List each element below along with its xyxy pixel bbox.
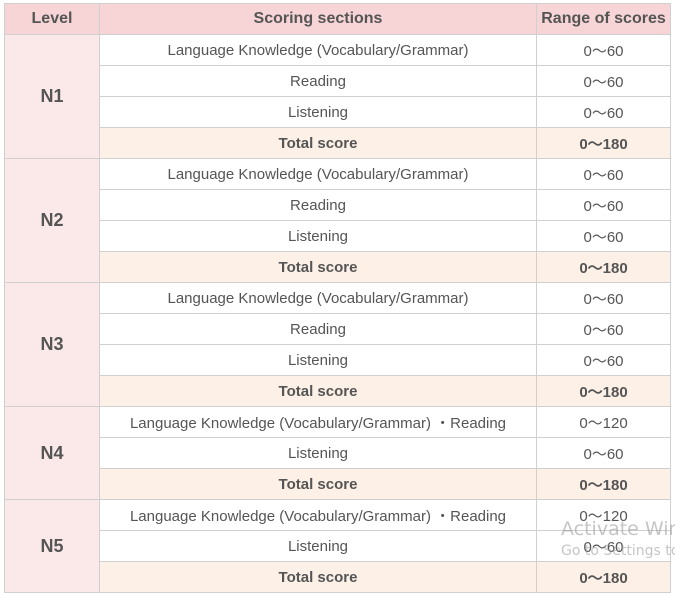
section-cell: Listening <box>99 437 537 469</box>
scoring-table: Level Scoring sections Range of scores N… <box>4 3 671 593</box>
table-row: N1 Language Knowledge (Vocabulary/Grammar… <box>4 34 671 159</box>
level-cell: N4 <box>4 406 100 500</box>
table-row: N3 Language Knowledge (Vocabulary/Grammar… <box>4 282 671 407</box>
header-range: Range of scores <box>536 3 671 35</box>
table-row: Reading 0～60 <box>5 313 671 345</box>
section-cell: Listening <box>99 530 537 562</box>
range-cell: 0～180 <box>536 468 671 500</box>
total-row: Total score 0～180 <box>5 468 671 500</box>
section-cell: Reading <box>99 65 537 97</box>
section-cell: Listening <box>99 344 537 376</box>
header-row: Level Scoring sections Range of scores <box>4 3 671 35</box>
section-cell: Language Knowledge (Vocabulary/Grammar) … <box>99 406 537 438</box>
section-cell: Listening <box>99 220 537 252</box>
range-cell: 0～60 <box>536 65 671 97</box>
section-cell: Total score <box>99 251 537 283</box>
level-cell: N1 <box>4 34 100 159</box>
table-row: Listening 0～60 <box>5 220 671 252</box>
activation-watermark-subtitle: Go to Settings to activate Windows. <box>561 543 675 559</box>
range-cell: 0～120 <box>536 406 671 438</box>
level-cell: N5 <box>4 499 100 593</box>
range-cell: 0～60 <box>536 96 671 128</box>
section-cell: Total score <box>99 561 537 593</box>
section-cell: Total score <box>99 375 537 407</box>
total-row: Total score 0～180 <box>5 561 671 593</box>
table-row: Reading 0～60 <box>5 65 671 97</box>
level-cell: N3 <box>4 282 100 407</box>
section-cell: Total score <box>99 468 537 500</box>
table-row: Reading 0～60 <box>5 189 671 221</box>
range-cell: 0～180 <box>536 127 671 159</box>
section-cell: Language Knowledge (Vocabulary/Grammar) … <box>99 499 537 531</box>
section-cell: Language Knowledge (Vocabulary/Grammar) <box>99 34 537 66</box>
section-cell: Listening <box>99 96 537 128</box>
range-cell: 0～60 <box>536 189 671 221</box>
section-cell: Total score <box>99 127 537 159</box>
range-cell: 0～60 <box>536 437 671 469</box>
range-cell: 0～180 <box>536 375 671 407</box>
total-row: Total score 0～180 <box>5 251 671 283</box>
range-cell: 0～60 <box>536 282 671 314</box>
section-cell: Language Knowledge (Vocabulary/Grammar) <box>99 282 537 314</box>
table-row: Listening 0～60 <box>5 437 671 469</box>
range-cell: 0～180 <box>536 561 671 593</box>
level-cell: N2 <box>4 158 100 283</box>
range-cell: 0～60 <box>536 313 671 345</box>
range-cell: 0～60 <box>536 220 671 252</box>
section-cell: Language Knowledge (Vocabulary/Grammar) <box>99 158 537 190</box>
total-row: Total score 0～180 <box>5 127 671 159</box>
range-cell: 0～60 <box>536 34 671 66</box>
range-cell: 0～60 <box>536 158 671 190</box>
range-cell: 0～180 <box>536 251 671 283</box>
table-row: N4 Language Knowledge (Vocabulary/Grammar… <box>4 406 671 500</box>
section-cell: Reading <box>99 313 537 345</box>
total-row: Total score 0～180 <box>5 375 671 407</box>
header-sections: Scoring sections <box>99 3 537 35</box>
table-row: Listening 0～60 <box>5 96 671 128</box>
header-level: Level <box>4 3 100 35</box>
section-cell: Reading <box>99 189 537 221</box>
activation-watermark-title: Activate Windows <box>561 518 675 540</box>
table-body: N1 Language Knowledge (Vocabulary/Grammar… <box>4 34 671 593</box>
table-row: N2 Language Knowledge (Vocabulary/Grammar… <box>4 158 671 283</box>
range-cell: 0～60 <box>536 344 671 376</box>
table-row: Listening 0～60 <box>5 344 671 376</box>
